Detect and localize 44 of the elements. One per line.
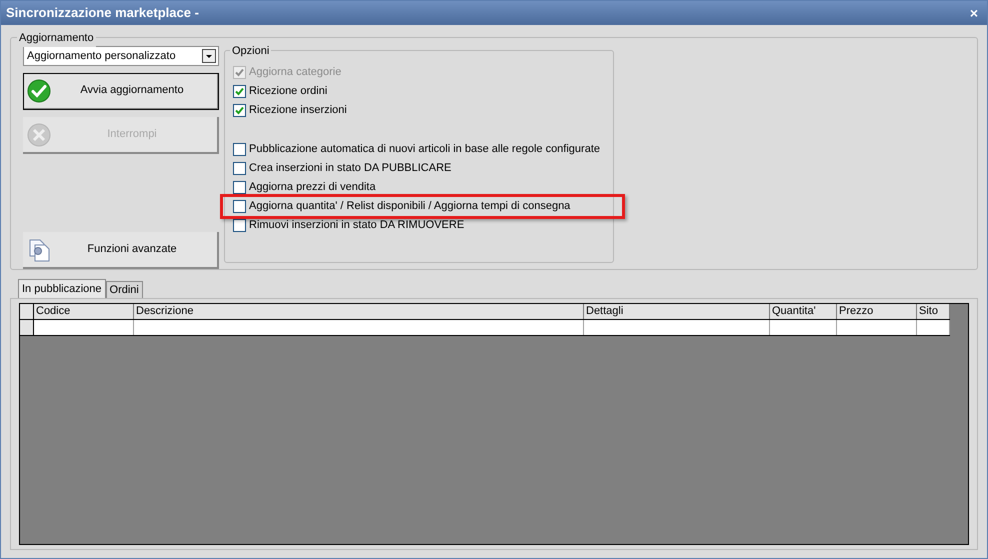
option-checkbox[interactable]: Ricezione ordini	[233, 82, 613, 101]
column-header[interactable]: Descrizione	[134, 304, 584, 319]
checkmark-icon	[235, 68, 244, 77]
option-label: Aggiorna quantita' / Relist disponibili / Aggiorna tempi di consegna	[249, 199, 570, 214]
column-header[interactable]: Prezzo	[837, 304, 917, 319]
checkbox[interactable]	[233, 219, 246, 232]
group-title: Aggiornamento	[17, 30, 96, 46]
cross-icon	[27, 122, 51, 146]
option-checkbox[interactable]: Pubblicazione automatica di nuovi articoli in base alle regole configurate	[233, 140, 613, 159]
option-label: Pubblicazione automatica di nuovi articoli in base alle regole configurate	[249, 142, 600, 158]
dropdown-value: Aggiornamento personalizzato	[27, 48, 176, 64]
check-icon	[27, 78, 51, 102]
mode-dropdown[interactable]: Aggiornamento personalizzato	[23, 46, 219, 66]
option-checkbox[interactable]: Ricezione inserzioni	[233, 101, 613, 120]
group-title: Opzioni	[230, 43, 272, 60]
option-checkbox[interactable]: Rimuovi inserzioni in stato DA RIMUOVERE	[233, 216, 613, 235]
option-label: Aggiorna categorie	[249, 65, 342, 80]
checkbox[interactable]	[233, 104, 246, 117]
start-button[interactable]: Avvia aggiornamento	[23, 73, 219, 110]
advanced-button[interactable]: Funzioni avanzate	[23, 232, 219, 269]
column-header[interactable]: Sito	[917, 304, 950, 319]
checkbox[interactable]	[233, 181, 246, 194]
checkbox[interactable]	[233, 85, 246, 98]
option-label: Aggiorna prezzi di vendita	[249, 180, 376, 196]
window-title: Sincronizzazione marketplace -	[6, 4, 199, 22]
option-label: Ricezione inserzioni	[249, 103, 347, 118]
column-header[interactable]: Quantita'	[770, 304, 837, 319]
option-label: Rimuovi inserzioni in stato DA RIMUOVERE	[249, 218, 464, 234]
tab[interactable]: Ordini	[106, 281, 143, 298]
checkbox[interactable]	[233, 143, 246, 156]
option-label: Ricezione ordini	[249, 84, 328, 100]
column-header[interactable]: Dettagli	[584, 304, 770, 319]
column-header[interactable]: Codice	[34, 304, 134, 319]
option-checkbox[interactable]: Aggiorna prezzi di vendita	[233, 178, 613, 197]
option-checkbox[interactable]: Aggiorna quantita' / Relist disponibili / Aggiorna tempi di consegna	[233, 197, 622, 216]
checkbox[interactable]	[233, 200, 246, 213]
checkmark-icon	[235, 87, 244, 96]
checkbox[interactable]	[233, 162, 246, 175]
checkmark-icon	[235, 106, 244, 115]
caret-icon	[202, 49, 216, 63]
option-label: Crea inserzioni in stato DA PUBBLICARE	[249, 161, 452, 176]
option-checkbox[interactable]: Crea inserzioni in stato DA PUBBLICARE	[233, 159, 613, 178]
close-button[interactable]: ×	[966, 6, 982, 20]
tab[interactable]: In pubblicazione	[18, 279, 106, 298]
